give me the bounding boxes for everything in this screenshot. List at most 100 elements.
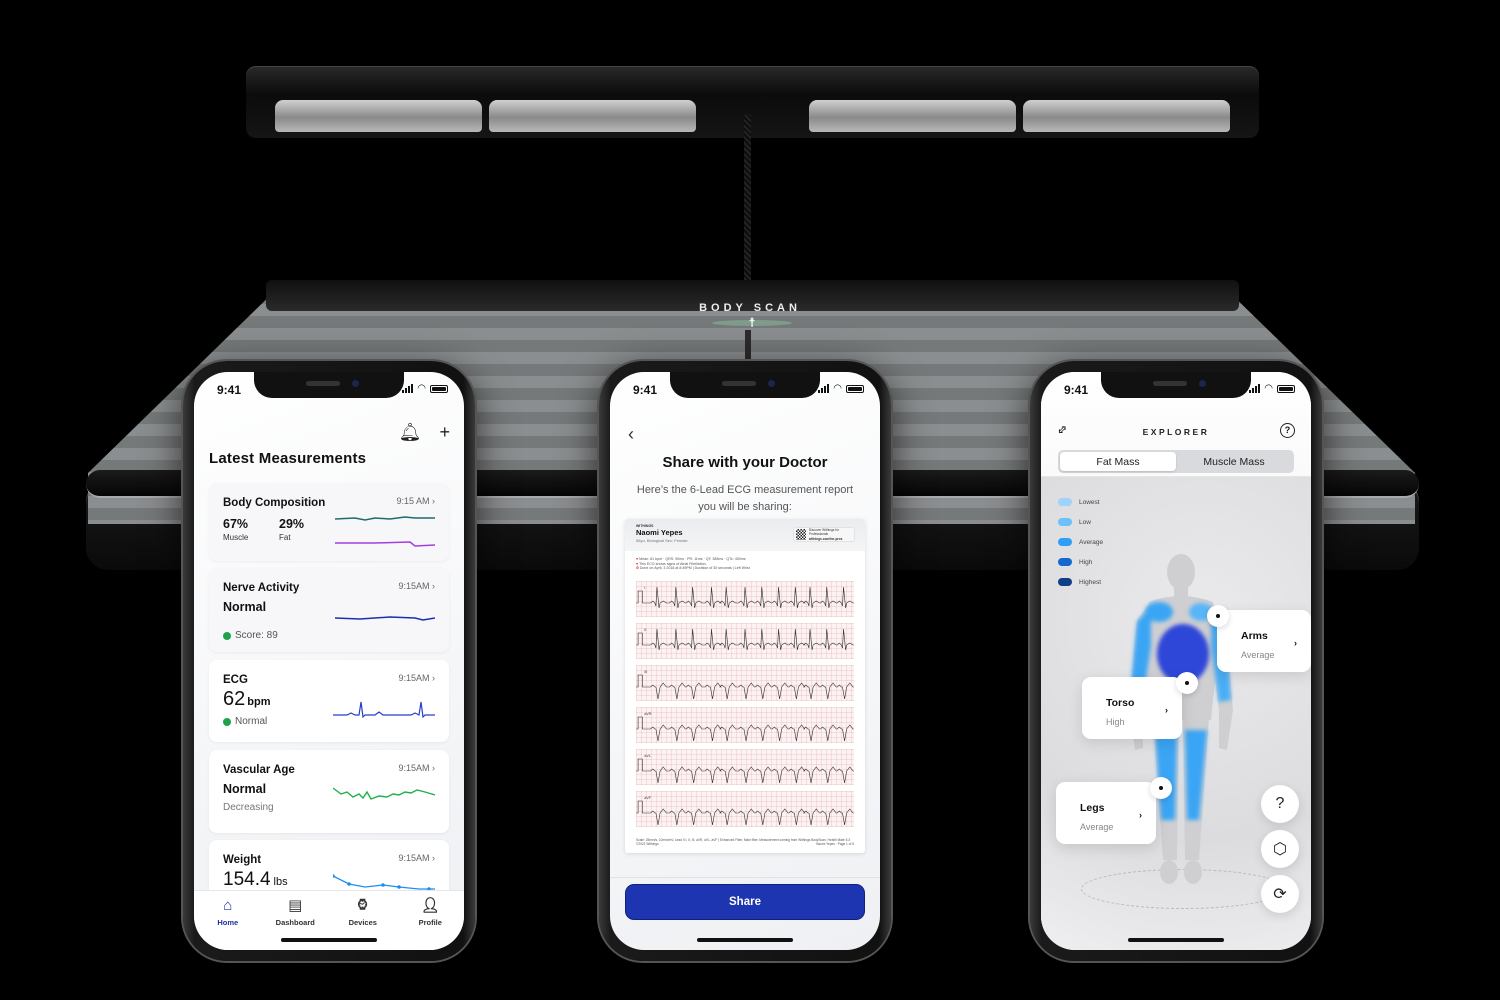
- handle-electrode: [1023, 100, 1230, 132]
- help-fab[interactable]: ?: [1261, 785, 1299, 823]
- tab-devices[interactable]: ⌚︎ Devices: [338, 897, 388, 950]
- status-dot: [223, 717, 231, 726]
- back-arrow-icon[interactable]: ‹: [628, 424, 634, 445]
- handle-electrode: [809, 100, 1016, 132]
- card-status: Normal: [223, 782, 267, 796]
- dashboard-icon: ▤: [288, 897, 303, 914]
- legend-item: Highest: [1058, 572, 1103, 592]
- chevron-right-icon: ›: [432, 581, 435, 591]
- region-pin-arms[interactable]: [1207, 605, 1229, 627]
- bell-icon[interactable]: 🔔︎: [399, 422, 422, 443]
- home-toolbar: 🔔︎ +: [399, 422, 450, 443]
- signal-icon: [1249, 384, 1261, 393]
- ecg-lead-strip: II: [636, 623, 854, 659]
- help-icon[interactable]: ?: [1280, 423, 1295, 438]
- time-text: 9:15AM: [398, 673, 430, 683]
- card-nerve-activity[interactable]: Nerve Activity 9:15AM › Normal Score: 89: [209, 568, 449, 652]
- card-title: Weight: [223, 854, 262, 866]
- note-line: ⏱ Done on April, 3 2018 at 8:49PM | Dura…: [636, 566, 750, 570]
- card-note: Normal: [223, 716, 267, 727]
- home-indicator: [697, 938, 793, 942]
- legend-swatch: [1058, 498, 1072, 506]
- time-text: 9:15 AM: [396, 496, 430, 506]
- qr-text: Discover Withings for Professionals with…: [809, 528, 854, 542]
- page-title: Share with your Doctor: [662, 454, 828, 471]
- replay-icon: ⟳: [1273, 886, 1287, 903]
- chevron-right-icon: ›: [1294, 638, 1297, 648]
- card-time: 9:15AM ›: [398, 581, 435, 591]
- note-text: This ECG shows signs of Atrial Fibrillat…: [639, 561, 707, 566]
- status-time: 9:41: [633, 383, 658, 397]
- region-card-arms[interactable]: Arms Average ›: [1217, 610, 1311, 672]
- region-value: Average: [1080, 822, 1114, 832]
- scale-handle: [246, 66, 1259, 138]
- body-composition-sparkline: [335, 516, 435, 547]
- ecg-report-preview: WITHINGS Naomi Yepes 58yo, Biological Se…: [625, 519, 865, 853]
- chevron-right-icon: ›: [1139, 810, 1142, 820]
- qr-line: Discover Withings for Professionals: [808, 527, 840, 537]
- note-text: Done on April, 3 2018 at 8:49PM | Durati…: [639, 566, 750, 570]
- qr-code-icon: [796, 529, 806, 540]
- add-icon[interactable]: +: [439, 422, 450, 443]
- score-text: Score: 89: [235, 630, 278, 641]
- report-header: WITHINGS Naomi Yepes 58yo, Biological Se…: [625, 519, 865, 551]
- ecg-reading: 62 bpm: [223, 688, 270, 711]
- card-ecg[interactable]: ECG 9:15AM › 62 bpm Normal: [209, 660, 449, 742]
- lead-label: I: [644, 586, 645, 590]
- share-button[interactable]: Share: [625, 884, 865, 920]
- rotate-3d-fab[interactable]: ⬡: [1261, 830, 1299, 868]
- card-title: ECG: [223, 674, 248, 686]
- signal-icon: [402, 384, 414, 393]
- lead-label: aVL: [644, 754, 651, 758]
- battery-icon: [1277, 384, 1295, 393]
- card-vascular-age[interactable]: Vascular Age 9:15AM › Normal Decreasing: [209, 750, 449, 833]
- region-pin-torso[interactable]: [1176, 672, 1198, 694]
- notch: [254, 372, 404, 398]
- bpm-unit: bpm: [247, 696, 271, 708]
- legend-label: High: [1079, 558, 1093, 566]
- card-time: 9:15AM ›: [398, 673, 435, 683]
- page-title: EXPLORER: [1142, 427, 1210, 437]
- ecg-trace: [636, 716, 854, 742]
- ecg-trace: [636, 800, 854, 826]
- question-icon: ?: [1275, 795, 1285, 812]
- battery-icon: [430, 384, 448, 393]
- tab-profile[interactable]: 👤︎ Profile: [405, 897, 455, 950]
- legend-swatch: [1058, 558, 1072, 566]
- handle-electrode: [489, 100, 696, 132]
- status-icons: ◠: [402, 383, 448, 394]
- nerve-sparkline: [335, 616, 435, 621]
- tab-home[interactable]: ⌂ Home: [203, 897, 253, 950]
- wifi-icon: ◠: [833, 383, 842, 394]
- home-icon: ⌂: [223, 897, 233, 914]
- wifi-icon: ◠: [417, 383, 426, 394]
- lead-label: II: [644, 628, 646, 632]
- region-value: High: [1106, 717, 1125, 727]
- region-name: Legs: [1080, 802, 1105, 814]
- metric-value: 29%: [279, 517, 305, 531]
- card-title: Nerve Activity: [223, 582, 300, 594]
- weight-point: [381, 883, 385, 887]
- legend-label: Lowest: [1079, 498, 1100, 506]
- segment-muscle-mass[interactable]: Muscle Mass: [1176, 452, 1292, 471]
- legend-item: Lowest: [1058, 492, 1103, 512]
- card-title: Vascular Age: [223, 764, 295, 776]
- card-time: 9:15AM ›: [398, 853, 435, 863]
- card-time: 9:15AM ›: [398, 763, 435, 773]
- tab-dashboard[interactable]: ▤ Dashboard: [270, 897, 320, 950]
- patient-meta: 58yo, Biological Sex: Female: [636, 538, 688, 543]
- legend-swatch: [1058, 518, 1072, 526]
- segment-fat-mass[interactable]: Fat Mass: [1060, 452, 1176, 471]
- region-card-torso[interactable]: Torso High ›: [1082, 677, 1182, 739]
- replay-fab[interactable]: ⟳: [1261, 875, 1299, 913]
- status-icons: ◠: [1249, 383, 1295, 394]
- ecg-lead-strip: aVR: [636, 707, 854, 743]
- region-card-legs[interactable]: Legs Average ›: [1056, 782, 1156, 844]
- status-dot: [223, 631, 231, 640]
- metric-muscle: 67% Muscle: [223, 517, 248, 542]
- phone-share: 9:41 ◠ ‹ Share with your Doctor Here’s t…: [599, 361, 891, 961]
- card-body-composition[interactable]: Body Composition 9:15 AM › 67% Muscle 29…: [209, 483, 449, 561]
- region-pin-legs[interactable]: [1150, 777, 1172, 799]
- chevron-right-icon: ›: [432, 853, 435, 863]
- ecg-trace: [636, 758, 854, 784]
